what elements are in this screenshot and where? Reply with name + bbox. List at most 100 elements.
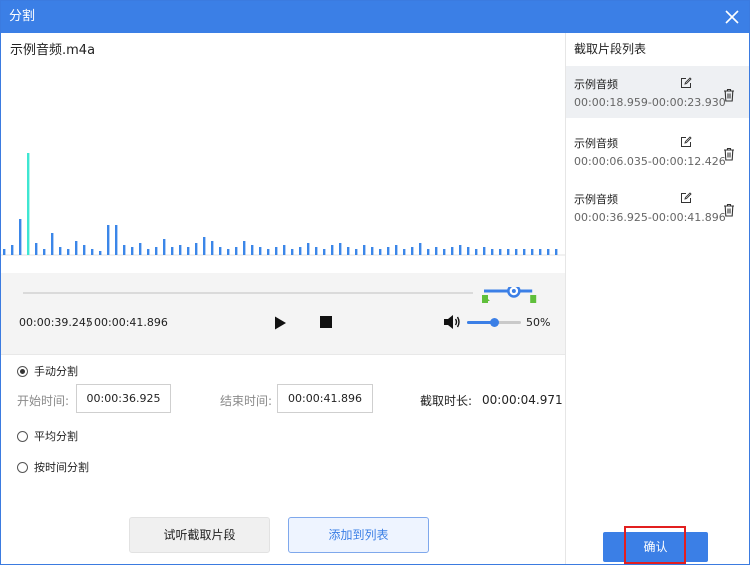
progress-track[interactable]: [23, 292, 473, 294]
volume-knob[interactable]: [490, 318, 499, 327]
mode-label-manual: 手动分割: [34, 365, 78, 378]
add-to-list-button[interactable]: 添加到列表: [288, 517, 429, 553]
current-time: 00:00:39.245: [19, 316, 93, 329]
waveform-bar: [355, 249, 358, 255]
waveform-bar: [187, 247, 190, 255]
waveform-bar: [267, 249, 270, 255]
waveform-bar: [283, 245, 286, 255]
waveform-bar: [83, 245, 86, 255]
waveform-bar: [91, 249, 94, 255]
waveform-bar: [3, 249, 6, 255]
waveform-bar: [331, 245, 334, 255]
volume-percent: 50%: [526, 316, 551, 329]
segment-range: 00:00:36.925-00:00:41.896: [574, 211, 726, 224]
waveform-bar: [179, 245, 182, 255]
waveform-bar: [491, 249, 494, 255]
edit-icon[interactable]: [680, 136, 692, 148]
waveform-bar: [59, 247, 62, 255]
segment-range: 00:00:18.959-00:00:23.930: [574, 96, 726, 109]
waveform-bar: [27, 153, 30, 255]
waveform-bar: [419, 243, 422, 255]
waveform-bar: [163, 239, 166, 255]
waveform-bar: [243, 241, 246, 255]
waveform-bar: [483, 247, 486, 255]
waveform-bar: [379, 249, 382, 255]
waveform-bar: [11, 245, 14, 255]
waveform-bar: [107, 225, 110, 255]
waveform-bar: [139, 243, 142, 255]
waveform-bar: [211, 241, 214, 255]
waveform-bar: [531, 249, 534, 255]
waveform-bar: [43, 249, 46, 255]
waveform-bar: [171, 247, 174, 255]
stop-icon[interactable]: [320, 316, 332, 328]
segment-name: 示例音频: [574, 78, 618, 91]
segment-range: 00:00:06.035-00:00:12.426: [574, 155, 726, 168]
waveform-bar: [523, 249, 526, 255]
playhead-dot: [511, 289, 516, 294]
waveform-bar: [307, 243, 310, 255]
waveform-bar: [403, 249, 406, 255]
waveform-bar: [75, 241, 78, 255]
radio-time-split[interactable]: [17, 462, 28, 473]
end-time-input[interactable]: 00:00:41.896: [277, 384, 373, 413]
waveform-bar: [515, 249, 518, 255]
start-time-label: 开始时间:: [17, 394, 70, 408]
highlight-box: [624, 526, 686, 564]
editor-pane: 示例音频.m4a 00:00:39.245 / 00:00:41.896 50%: [1, 33, 565, 564]
waveform-bar: [259, 247, 262, 255]
waveform-bar: [443, 249, 446, 255]
trash-icon[interactable]: [723, 203, 735, 217]
waveform-bar: [347, 247, 350, 255]
close-icon[interactable]: [723, 8, 741, 26]
waveform[interactable]: [1, 93, 565, 273]
segment-item[interactable]: 示例音频 00:00:18.959-00:00:23.930: [566, 66, 749, 118]
split-dialog: 分割 示例音频.m4a 00:00:39.245 / 00:00:41.896: [0, 0, 750, 565]
mode-label-average: 平均分割: [34, 430, 78, 443]
waveform-bar: [459, 245, 462, 255]
waveform-bar: [555, 249, 558, 255]
waveform-bar: [19, 219, 22, 255]
preview-segment-button[interactable]: 试听截取片段: [129, 517, 270, 553]
waveform-bar: [51, 233, 54, 255]
volume-icon[interactable]: [443, 314, 461, 330]
segment-list-pane: 截取片段列表 示例音频 00:00:18.959-00:00:23.930 示例…: [565, 33, 749, 564]
edit-icon[interactable]: [680, 77, 692, 89]
waveform-bar: [539, 249, 542, 255]
selection-range-handles[interactable]: [482, 287, 538, 307]
segment-item[interactable]: 示例音频 00:00:06.035-00:00:12.426: [566, 125, 749, 177]
waveform-bar: [219, 247, 222, 255]
segment-name: 示例音频: [574, 193, 618, 206]
trash-icon[interactable]: [723, 147, 735, 161]
waveform-bar: [67, 249, 70, 255]
mode-label-time: 按时间分割: [34, 461, 89, 474]
waveform-bar: [155, 247, 158, 255]
range-start-marker: [482, 295, 489, 303]
trash-icon[interactable]: [723, 88, 735, 102]
waveform-bar: [387, 247, 390, 255]
play-icon[interactable]: [272, 315, 288, 331]
waveform-bar: [427, 249, 430, 255]
edit-icon[interactable]: [680, 192, 692, 204]
volume-slider[interactable]: [467, 318, 521, 327]
waveform-bar: [235, 247, 238, 255]
waveform-bar: [467, 247, 470, 255]
radio-manual-split[interactable]: [17, 366, 28, 377]
player-bar: 00:00:39.245 / 00:00:41.896 50%: [1, 273, 565, 355]
waveform-bar: [203, 237, 206, 255]
duration-label: 截取时长:: [420, 394, 473, 408]
waveform-bar: [251, 245, 254, 255]
time-separator: /: [87, 316, 91, 329]
start-time-input[interactable]: 00:00:36.925: [76, 384, 171, 413]
segment-name: 示例音频: [574, 137, 618, 150]
waveform-bar: [147, 249, 150, 255]
waveform-bar: [315, 247, 318, 255]
waveform-bar: [371, 247, 374, 255]
segment-item[interactable]: 示例音频 00:00:36.925-00:00:41.896: [566, 181, 749, 233]
radio-average-split[interactable]: [17, 431, 28, 442]
waveform-bar: [227, 249, 230, 255]
waveform-bar: [195, 243, 198, 255]
dialog-title: 分割: [9, 9, 36, 24]
waveform-bar: [411, 247, 414, 255]
waveform-bar: [499, 249, 502, 255]
